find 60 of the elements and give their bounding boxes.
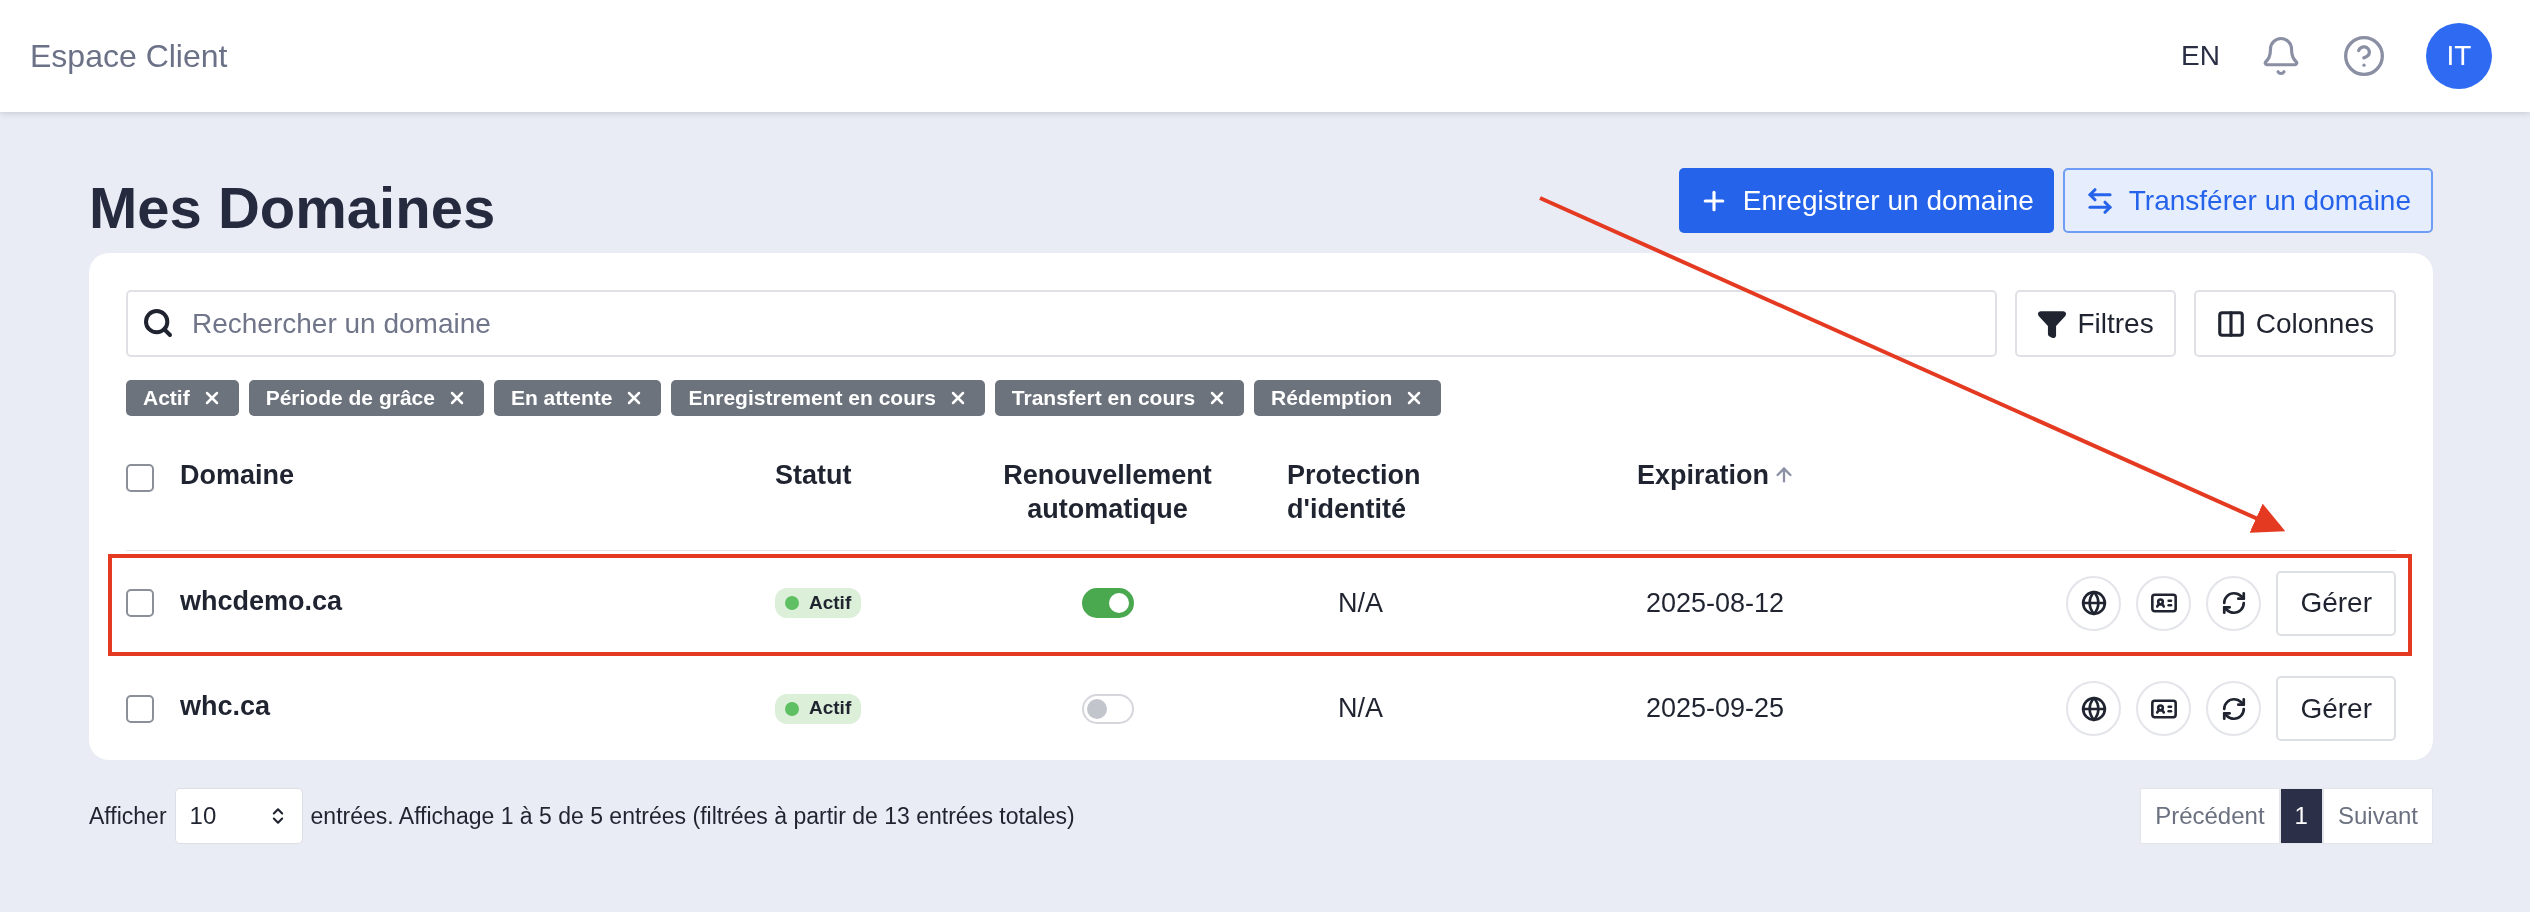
chip-label: Enregistrement en cours: [688, 385, 936, 412]
filter-chip[interactable]: Transfert en cours: [994, 380, 1245, 416]
pagination-button[interactable]: Précédent: [2140, 788, 2280, 844]
refresh-icon: [2220, 695, 2247, 722]
domain-name: whc.ca: [180, 690, 272, 724]
filter-chip[interactable]: Période de grâce: [248, 380, 484, 416]
refresh-icon: [2220, 590, 2247, 616]
renew-button[interactable]: [2206, 575, 2262, 631]
status-badge: Actif: [775, 693, 862, 724]
chip-label: Transfert en cours: [1011, 385, 1196, 412]
manage-button[interactable]: Gérer: [2276, 676, 2396, 741]
contacts-button[interactable]: [2136, 575, 2192, 631]
auto-renew-toggle[interactable]: [1081, 588, 1134, 618]
help-icon[interactable]: [2342, 34, 2386, 78]
column-header[interactable]: Renouvellement automatique: [987, 458, 1228, 526]
show-label: Afficher: [89, 801, 167, 831]
column-header[interactable]: Expiration: [1637, 458, 1899, 492]
column-header[interactable]: Domaine: [180, 458, 775, 492]
column-header[interactable]: Protection d'identité: [1287, 458, 1447, 526]
app-title: Espace Client: [30, 37, 228, 76]
domain-name: whcdemo.ca: [180, 584, 344, 618]
language-button[interactable]: EN: [2181, 35, 2220, 77]
chip-label: Rédemption: [1271, 385, 1393, 412]
filter-icon: [2037, 308, 2068, 339]
dns-button[interactable]: [2066, 575, 2122, 631]
filter-chip[interactable]: Actif: [126, 380, 239, 416]
transfer-domain-button[interactable]: Transférer un domaine: [2062, 168, 2433, 233]
checkbox[interactable]: [126, 694, 154, 723]
column-header[interactable]: Statut: [775, 458, 975, 492]
filter-chip[interactable]: Rédemption: [1254, 380, 1442, 416]
expiration-date: 2025-08-12: [1645, 586, 1786, 620]
user-avatar[interactable]: IT: [2426, 23, 2492, 89]
chip-label: Actif: [143, 385, 190, 412]
columns-icon: [2215, 308, 2246, 339]
page-size-select[interactable]: 10: [174, 788, 303, 844]
contacts-button[interactable]: [2136, 681, 2192, 736]
pagination-button[interactable]: 1: [2279, 788, 2323, 844]
manage-button[interactable]: Gérer: [2276, 570, 2396, 636]
identity-protection-value: N/A: [1337, 586, 1384, 620]
filters-button[interactable]: Filtres: [2015, 290, 2176, 357]
filter-chip[interactable]: En attente: [493, 380, 662, 416]
entries-summary: entrées. Affichage 1 à 5 de 5 entrées (filtrées à partir de 13 entrées totales): [310, 801, 1075, 831]
checkbox[interactable]: [126, 589, 154, 617]
page-title: Mes Domaines: [89, 174, 496, 242]
search-icon: [142, 307, 174, 339]
renew-button[interactable]: [2206, 681, 2262, 736]
filter-chip[interactable]: Enregistrement en cours: [671, 380, 985, 416]
register-domain-button[interactable]: Enregistrer un domaine: [1678, 168, 2054, 233]
search-field[interactable]: Rechercher un domaine: [126, 290, 1998, 357]
globe-icon: [2080, 695, 2107, 722]
expiration-date: 2025-09-25: [1645, 692, 1786, 726]
identity-protection-value: N/A: [1337, 692, 1384, 726]
globe-icon: [2080, 590, 2107, 616]
pagination-button[interactable]: Suivant: [2322, 788, 2433, 844]
chip-label: En attente: [510, 385, 613, 412]
columns-button[interactable]: Colonnes: [2193, 290, 2396, 357]
chip-label: Période de grâce: [265, 385, 435, 412]
dns-button[interactable]: [2066, 681, 2122, 736]
checkbox[interactable]: [126, 464, 154, 492]
status-badge: Actif: [775, 588, 862, 618]
